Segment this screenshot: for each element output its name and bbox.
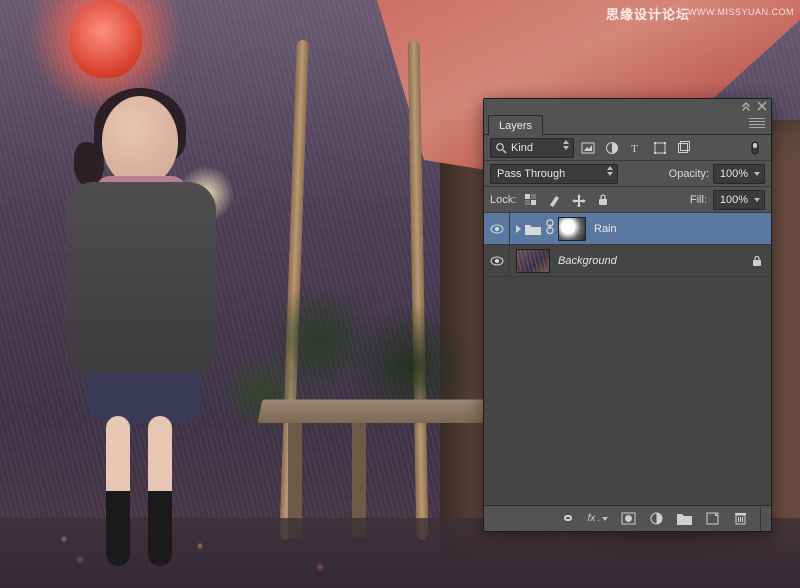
fill-label: Fill: [690, 194, 707, 206]
delete-layer-icon[interactable] [732, 511, 748, 527]
filter-kind-value: Kind [511, 142, 533, 154]
layer-filter-row: Kind T [484, 135, 771, 161]
lock-transparency-icon[interactable] [522, 191, 540, 209]
panel-tabbar: Layers [484, 113, 771, 135]
visibility-toggle[interactable] [484, 213, 510, 244]
layer-thumbnail[interactable] [516, 249, 550, 273]
filter-toggle-switch[interactable] [745, 138, 765, 158]
close-icon[interactable] [757, 101, 767, 111]
layer-name[interactable]: Rain [594, 223, 617, 235]
disclosure-triangle-icon[interactable] [516, 225, 521, 233]
watermark-cn: 思缘设计论坛 [606, 4, 690, 23]
layer-name[interactable]: Background [558, 255, 617, 267]
footer-separator [760, 507, 761, 531]
filter-adjustment-icon[interactable] [602, 138, 622, 158]
lock-pixels-icon[interactable] [546, 191, 564, 209]
art-lantern [70, 0, 142, 78]
lock-position-icon[interactable] [570, 191, 588, 209]
folder-icon [525, 223, 541, 235]
fill-value: 100% [720, 194, 748, 206]
adjustment-layer-icon[interactable] [648, 511, 664, 527]
lock-label: Lock: [490, 194, 516, 206]
add-mask-icon[interactable] [620, 511, 636, 527]
mask-link-icon[interactable] [545, 218, 555, 239]
panel-footer: fx. [484, 505, 771, 531]
layer-row-background[interactable]: Background [484, 245, 771, 277]
art-girl [56, 96, 236, 566]
filter-type-icon[interactable]: T [626, 138, 646, 158]
panel-menu-icon[interactable] [749, 118, 765, 130]
watermark-en: WWW.MISSYUAN.COM [688, 7, 794, 17]
visibility-toggle[interactable] [484, 245, 510, 276]
opacity-input[interactable]: 100% [713, 164, 765, 184]
filter-pixel-icon[interactable] [578, 138, 598, 158]
lock-row: Lock: Fill: 100% [484, 187, 771, 213]
lock-all-icon[interactable] [594, 191, 612, 209]
search-icon [495, 142, 507, 154]
new-group-icon[interactable] [676, 511, 692, 527]
blend-mode-value: Pass Through [497, 168, 565, 180]
layer-row-rain[interactable]: Rain [484, 213, 771, 245]
opacity-value: 100% [720, 168, 748, 180]
opacity-label: Opacity: [669, 168, 709, 180]
filter-kind-select[interactable]: Kind [490, 138, 574, 158]
lock-icon[interactable] [751, 255, 763, 267]
layer-style-button[interactable]: fx. [587, 513, 608, 524]
collapse-icon[interactable] [741, 101, 751, 111]
tab-layers[interactable]: Layers [488, 115, 543, 135]
blend-row: Pass Through Opacity: 100% [484, 161, 771, 187]
fill-input[interactable]: 100% [713, 190, 765, 210]
filter-shape-icon[interactable] [650, 138, 670, 158]
panel-controlbar [484, 99, 771, 113]
filter-smartobject-icon[interactable] [674, 138, 694, 158]
svg-text:T: T [631, 143, 638, 155]
layers-panel: Layers Kind T Pass Through Opacity: 100%… [483, 98, 772, 532]
layer-mask-thumbnail[interactable] [558, 217, 586, 241]
blend-mode-select[interactable]: Pass Through [490, 164, 618, 184]
layer-list: Rain Background [484, 213, 771, 505]
link-layers-icon[interactable] [559, 511, 575, 527]
new-layer-icon[interactable] [704, 511, 720, 527]
